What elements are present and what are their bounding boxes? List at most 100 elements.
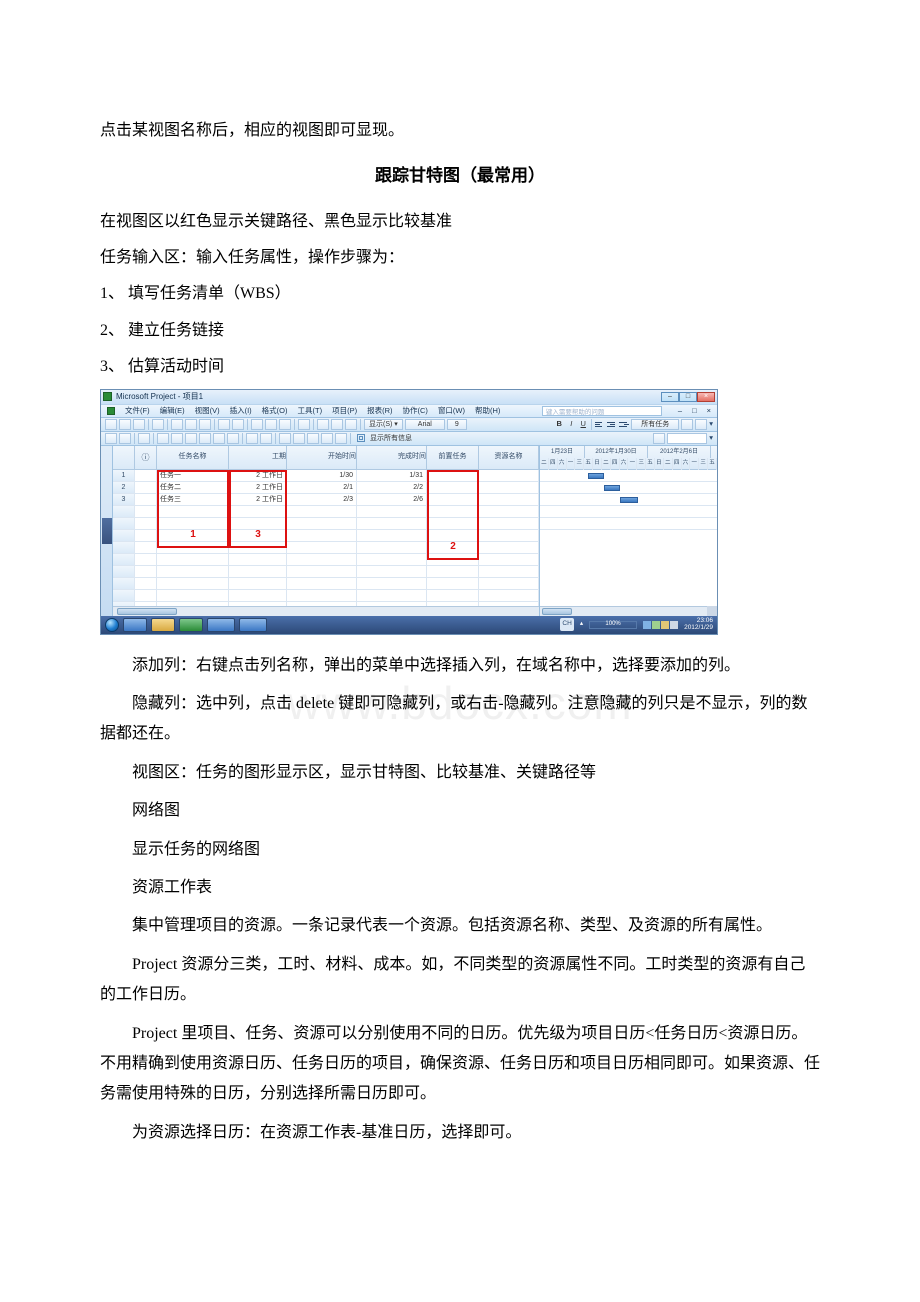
gantt-bar-1[interactable]: [588, 473, 604, 479]
menu-report[interactable]: 报表(R): [367, 404, 392, 418]
align-center-button[interactable]: [607, 419, 617, 429]
tray-flag-icon[interactable]: ▴: [580, 618, 583, 630]
zoom-readout[interactable]: 100%: [589, 621, 637, 629]
group-button[interactable]: [695, 419, 707, 430]
mdi-min-icon[interactable]: ‒: [678, 404, 682, 418]
outdent-button[interactable]: [246, 433, 258, 444]
taskbar-app-2-icon[interactable]: [239, 618, 267, 632]
cut-button[interactable]: [171, 419, 183, 430]
align-right-button[interactable]: [619, 419, 629, 429]
undo-button[interactable]: [218, 419, 230, 430]
toolbar-chevron-icon[interactable]: ▾: [709, 417, 713, 431]
row-res[interactable]: [479, 482, 539, 494]
misc-button-b[interactable]: [293, 433, 305, 444]
zoom-out-button[interactable]: [331, 419, 343, 430]
misc-button-c[interactable]: [307, 433, 319, 444]
font-arial-box[interactable]: Arial: [405, 419, 445, 430]
row-pred[interactable]: [427, 494, 479, 506]
gantt-hscrollbar[interactable]: [540, 606, 717, 616]
italic-button[interactable]: I: [566, 417, 576, 431]
view-network-button[interactable]: [171, 433, 183, 444]
col-res[interactable]: 资源名称: [479, 446, 539, 469]
show-dropdown[interactable]: 显示(S) ▾: [364, 419, 403, 430]
taskbar-explorer-icon[interactable]: [151, 618, 175, 632]
table-row[interactable]: 3任务三2 工作日2/32/6: [113, 494, 539, 506]
taskbar-project-icon[interactable]: [179, 618, 203, 632]
copy-button[interactable]: [185, 419, 197, 430]
tray-icon-4[interactable]: [670, 621, 678, 629]
scroll-task-button[interactable]: [317, 419, 329, 430]
row-name[interactable]: 任务三: [157, 494, 229, 506]
mdi-restore-icon[interactable]: □: [692, 404, 697, 418]
row-res[interactable]: [479, 494, 539, 506]
print-button[interactable]: [152, 419, 164, 430]
align-left-button[interactable]: [595, 419, 605, 429]
tray-icon-3[interactable]: [661, 621, 669, 629]
group-none-box[interactable]: [667, 433, 707, 444]
view-resource-button[interactable]: [213, 433, 225, 444]
info-button[interactable]: [298, 419, 310, 430]
col-pred[interactable]: 前置任务: [427, 446, 479, 469]
row-pred[interactable]: [427, 482, 479, 494]
view-gantt-button[interactable]: [157, 433, 169, 444]
menu-project[interactable]: 项目(P): [332, 404, 357, 418]
minimize-button[interactable]: ‒: [661, 392, 679, 402]
redo-button[interactable]: [232, 419, 244, 430]
table-hscrollbar[interactable]: [113, 606, 539, 616]
mdi-close-icon[interactable]: ×: [707, 404, 711, 418]
view-bar[interactable]: [101, 446, 113, 616]
zoom-in-button[interactable]: [345, 419, 357, 430]
show-all-group[interactable]: 显示所有信息: [354, 432, 418, 445]
toolbar2-chevron-icon[interactable]: ▾: [709, 431, 713, 445]
prev-icon[interactable]: [105, 433, 117, 444]
view-task-button[interactable]: [199, 433, 211, 444]
menu-window[interactable]: 窗口(W): [438, 404, 465, 418]
underline-button[interactable]: U: [578, 417, 588, 431]
col-task-name[interactable]: 任务名称: [157, 446, 229, 469]
autofilter-button[interactable]: [681, 419, 693, 430]
menu-file[interactable]: 文件(F): [125, 404, 150, 418]
go-task-button[interactable]: [653, 433, 665, 444]
view-icon-1[interactable]: [138, 433, 150, 444]
next-icon[interactable]: [119, 433, 131, 444]
col-index[interactable]: [113, 446, 135, 469]
unlink-button[interactable]: [265, 419, 277, 430]
help-search-box[interactable]: 键入需要帮助的问题: [542, 406, 662, 416]
menu-collab[interactable]: 协作(C): [403, 404, 428, 418]
menu-tools[interactable]: 工具(T): [298, 404, 323, 418]
row-end[interactable]: 2/6: [357, 494, 427, 506]
taskbar-app-1-icon[interactable]: [207, 618, 235, 632]
misc-button-a[interactable]: [279, 433, 291, 444]
system-tray[interactable]: [643, 621, 678, 629]
new-button[interactable]: [105, 419, 117, 430]
gantt-bar-2[interactable]: [604, 485, 620, 491]
menu-view[interactable]: 视图(V): [195, 404, 220, 418]
col-end[interactable]: 完成时间: [357, 446, 427, 469]
gantt-bar-3[interactable]: [620, 497, 638, 503]
lang-indicator[interactable]: CH: [560, 618, 573, 630]
taskbar-clock[interactable]: 23:06 2012/1/29: [684, 618, 713, 632]
split-button[interactable]: [279, 419, 291, 430]
row-dur[interactable]: 2 工作日: [229, 494, 287, 506]
view-calendar-button[interactable]: [185, 433, 197, 444]
menu-edit[interactable]: 编辑(E): [160, 404, 185, 418]
tray-icon-1[interactable]: [643, 621, 651, 629]
misc-button-d[interactable]: [321, 433, 333, 444]
taskbar-ie-icon[interactable]: [123, 618, 147, 632]
start-button[interactable]: [105, 618, 119, 632]
close-button[interactable]: ×: [697, 392, 715, 402]
save-button[interactable]: [133, 419, 145, 430]
menu-format[interactable]: 格式(O): [262, 404, 288, 418]
paste-button[interactable]: [199, 419, 211, 430]
link-button[interactable]: [251, 419, 263, 430]
filter-box[interactable]: 所有任务: [631, 419, 679, 430]
misc-button-e[interactable]: [335, 433, 347, 444]
menu-help[interactable]: 帮助(H): [475, 404, 500, 418]
tray-icon-2[interactable]: [652, 621, 660, 629]
row-res[interactable]: [479, 470, 539, 482]
row-start[interactable]: 2/3: [287, 494, 357, 506]
maximize-button[interactable]: □: [679, 392, 697, 402]
row-pred[interactable]: [427, 470, 479, 482]
view-more-button[interactable]: [227, 433, 239, 444]
col-info[interactable]: ⓘ: [135, 446, 157, 469]
